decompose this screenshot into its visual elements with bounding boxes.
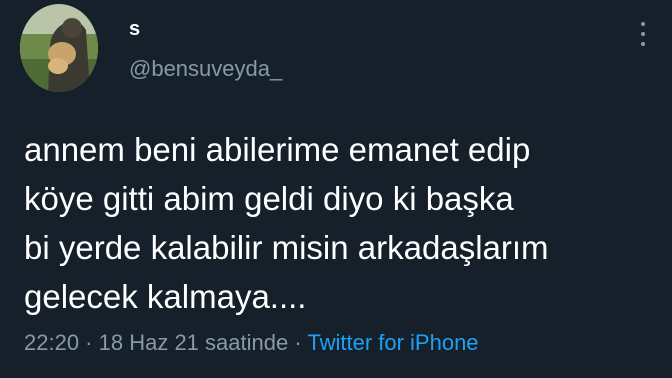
- tweet-text: annem beni abilerime emanet edip köye gi…: [24, 131, 549, 315]
- tweet-meta: 22:20 · 18 Haz 21 saatinde · Twitter for…: [24, 330, 479, 356]
- avatar[interactable]: [20, 4, 98, 92]
- more-vertical-icon[interactable]: [638, 22, 648, 52]
- tweet-card: s @bensuveyda_ annem beni abilerime eman…: [0, 0, 672, 378]
- user-handle[interactable]: @bensuveyda_: [129, 56, 282, 82]
- meta-separator: ·: [288, 330, 308, 355]
- avatar-image: [20, 4, 98, 92]
- tweet-time[interactable]: 22:20: [24, 330, 79, 355]
- tweet-date[interactable]: 18 Haz 21 saatinde: [99, 330, 289, 355]
- tweet-source-link[interactable]: Twitter for iPhone: [307, 330, 478, 355]
- meta-separator: ·: [79, 330, 99, 355]
- display-name[interactable]: s: [129, 18, 141, 41]
